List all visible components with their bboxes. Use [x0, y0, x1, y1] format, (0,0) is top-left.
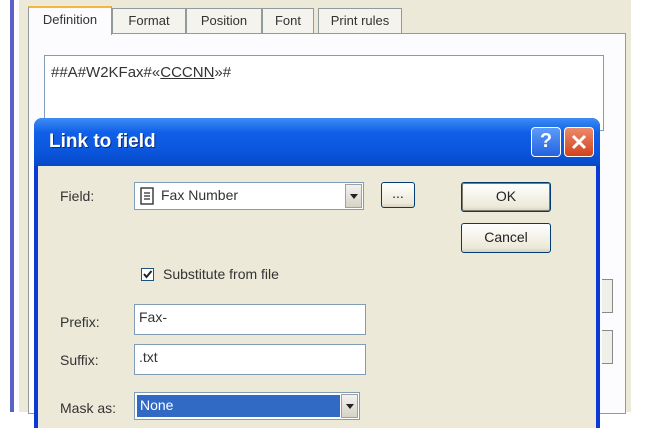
- tab-format[interactable]: Format: [112, 8, 186, 33]
- suffix-input[interactable]: .txt: [134, 344, 366, 375]
- link-to-field-dialog: Link to field ? Field: Fax Number ... Su…: [34, 118, 600, 428]
- field-select[interactable]: Fax Number: [134, 182, 364, 210]
- help-button[interactable]: ?: [531, 127, 561, 157]
- substitute-checkbox[interactable]: [141, 268, 154, 281]
- dialog-titlebar[interactable]: Link to field ?: [34, 118, 600, 166]
- prefix-input[interactable]: Fax-: [134, 304, 366, 335]
- editor-text-prefix: ##A#W2KFax#«: [51, 64, 161, 81]
- mask-label: Mask as:: [60, 400, 117, 416]
- field-icon: [140, 187, 154, 208]
- field-value: Fax Number: [161, 187, 239, 203]
- close-button[interactable]: [564, 127, 594, 157]
- tab-definition[interactable]: Definition: [28, 6, 112, 35]
- mask-select[interactable]: None: [134, 392, 360, 420]
- background-button-edge[interactable]: [602, 279, 613, 313]
- background-button-edge[interactable]: [602, 330, 613, 364]
- prefix-label: Prefix:: [60, 314, 100, 330]
- field-label: Field:: [60, 188, 95, 204]
- substitute-label: Substitute from file: [163, 266, 279, 282]
- mask-selection-highlight: None: [137, 395, 340, 417]
- checkmark-icon: [143, 270, 153, 279]
- tab-print-rules[interactable]: Print rules: [318, 8, 402, 33]
- browse-button[interactable]: ...: [381, 182, 415, 208]
- background-window-border: [10, 0, 14, 412]
- chevron-down-icon[interactable]: [345, 184, 362, 208]
- chevron-down-icon[interactable]: [341, 394, 358, 418]
- editor-text-suffix: »#: [214, 64, 232, 81]
- mask-value: None: [140, 397, 174, 413]
- ok-button[interactable]: OK: [461, 182, 551, 212]
- dialog-title: Link to field: [49, 131, 156, 152]
- suffix-label: Suffix:: [60, 352, 99, 368]
- editor-field-reference[interactable]: CCCNN: [160, 64, 214, 81]
- cancel-button[interactable]: Cancel: [461, 223, 551, 253]
- dialog-body: Field: Fax Number ... Substitute from fi…: [38, 166, 596, 428]
- tab-position[interactable]: Position: [186, 8, 262, 33]
- tab-font[interactable]: Font: [262, 8, 314, 33]
- close-icon: [571, 134, 587, 150]
